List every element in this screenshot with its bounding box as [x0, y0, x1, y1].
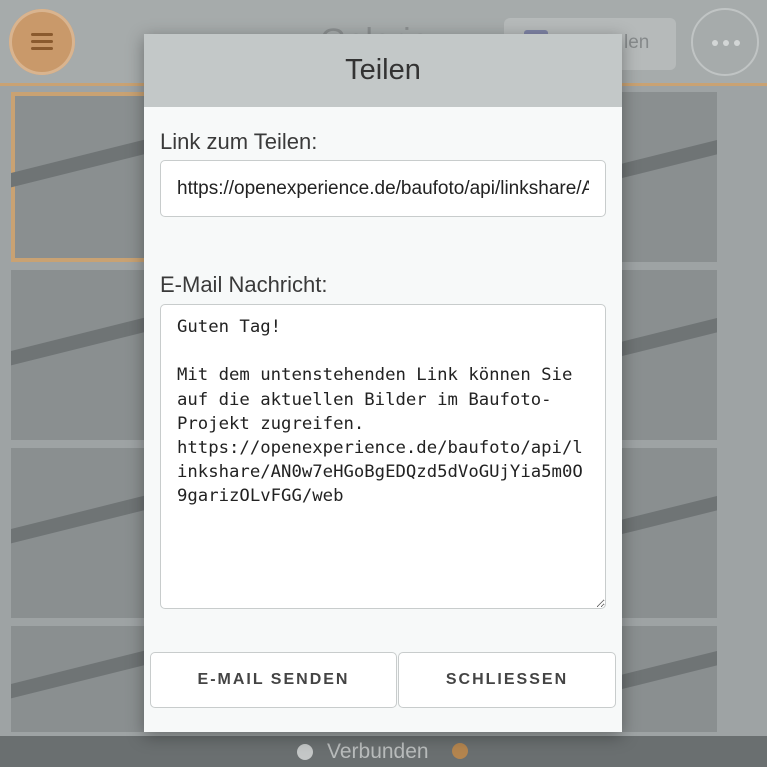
dialog-title: Teilen — [144, 34, 622, 107]
connection-status: Verbunden — [327, 740, 429, 763]
email-message-textarea[interactable]: Guten Tag! Mit dem untenstehenden Link k… — [160, 304, 606, 609]
status-dot-icon — [297, 744, 313, 760]
sync-icon — [452, 743, 468, 759]
more-button[interactable] — [691, 8, 759, 76]
send-email-button[interactable]: E-MAIL SENDEN — [150, 652, 397, 708]
select-button-label: len — [624, 32, 650, 53]
close-button[interactable]: SCHLIESSEN — [398, 652, 616, 708]
photo-thumbnail[interactable] — [622, 448, 717, 618]
email-label: E-Mail Nachricht: — [160, 272, 328, 297]
link-label: Link zum Teilen: — [160, 129, 318, 154]
share-link-input[interactable] — [160, 160, 606, 217]
photo-thumbnail[interactable] — [622, 270, 717, 440]
status-bar: Verbunden — [0, 736, 767, 767]
photo-thumbnail[interactable] — [622, 626, 717, 732]
share-dialog: Teilen Link zum Teilen: E-Mail Nachricht… — [144, 34, 622, 732]
menu-button[interactable] — [9, 9, 75, 75]
photo-thumbnail[interactable] — [622, 92, 717, 262]
